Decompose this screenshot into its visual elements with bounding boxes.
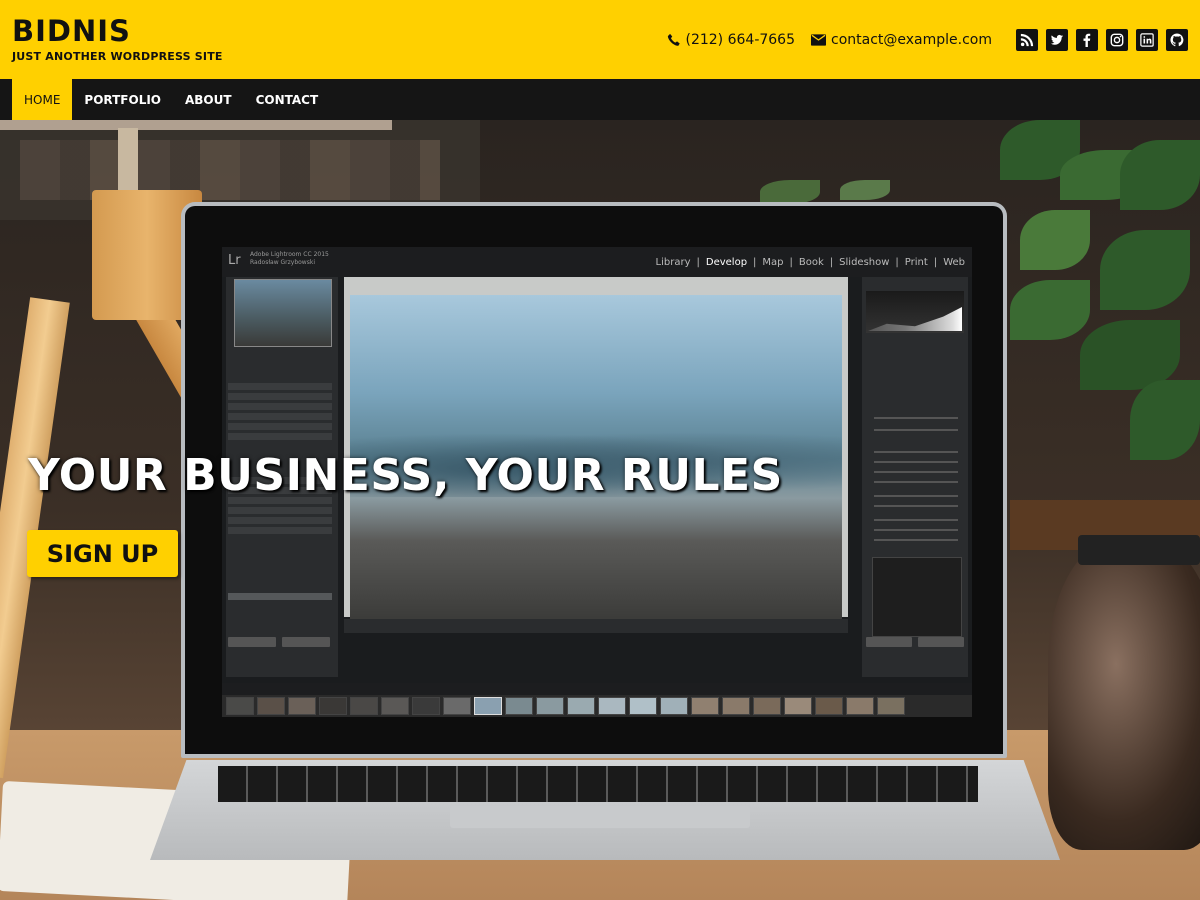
main-nav: HOME PORTFOLIO ABOUT CONTACT (0, 79, 1200, 120)
rss-icon[interactable] (1016, 28, 1038, 51)
site-tagline: JUST ANOTHER WORDPRESS SITE (12, 50, 223, 63)
instagram-icon[interactable] (1106, 28, 1128, 51)
github-icon[interactable] (1166, 28, 1188, 51)
hero-section: Lr Adobe Lightroom CC 2015 Radosław Grzyb… (0, 120, 1200, 900)
phone-link[interactable]: (212) 664-7665 (667, 31, 796, 48)
site-title[interactable]: BIDNIS (12, 16, 223, 46)
branding: BIDNIS JUST ANOTHER WORDPRESS SITE (12, 16, 223, 63)
phone-icon (667, 33, 680, 46)
email-link[interactable]: contact@example.com (811, 32, 992, 48)
nav-item-home[interactable]: HOME (12, 79, 73, 120)
nav-item-contact[interactable]: CONTACT (244, 79, 331, 120)
email-text: contact@example.com (831, 31, 992, 48)
nav-item-portfolio[interactable]: PORTFOLIO (72, 79, 173, 120)
signup-button[interactable]: SIGN UP (27, 530, 178, 577)
header-right: (212) 664-7665 contact@example.com (667, 28, 1188, 51)
phone-text: (212) 664-7665 (685, 31, 796, 48)
site-header: BIDNIS JUST ANOTHER WORDPRESS SITE (212)… (0, 0, 1200, 79)
facebook-icon[interactable] (1076, 28, 1098, 51)
twitter-icon[interactable] (1046, 28, 1068, 51)
linkedin-icon[interactable] (1136, 28, 1158, 51)
hero-title: YOUR BUSINESS, YOUR RULES (28, 450, 783, 501)
social-icons (1008, 28, 1188, 51)
envelope-icon (811, 33, 826, 46)
nav-item-about[interactable]: ABOUT (173, 79, 244, 120)
